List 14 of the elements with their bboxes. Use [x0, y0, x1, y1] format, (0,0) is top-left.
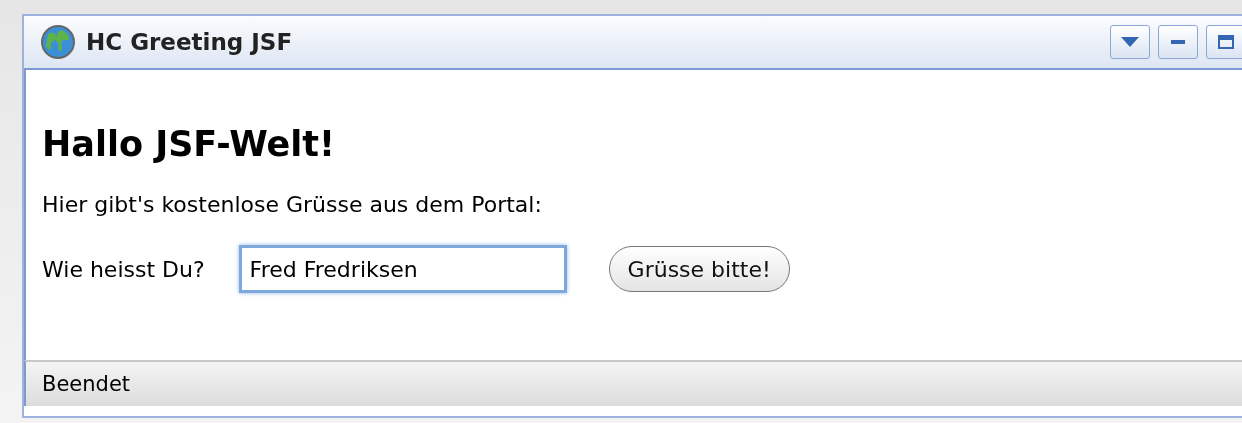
minimize-icon	[1171, 40, 1185, 44]
caret-icon	[1121, 37, 1139, 47]
status-bar: Beendet	[24, 360, 1242, 406]
maximize-icon	[1218, 35, 1234, 49]
name-label: Wie heisst Du?	[42, 256, 205, 282]
greet-button[interactable]: Grüsse bitte!	[608, 246, 790, 292]
minimize-button[interactable]	[1158, 25, 1198, 59]
page-heading: Hallo JSF-Welt!	[42, 123, 336, 164]
intro-text: Hier gibt's kostenlose Grüsse aus dem Portal:	[42, 192, 543, 217]
name-field[interactable]: Fred Fredriksen	[238, 245, 567, 293]
window-title: HC Greeting JSF	[86, 29, 294, 55]
dropdown-button[interactable]	[1110, 25, 1150, 59]
globe-icon	[40, 24, 76, 60]
maximize-button[interactable]	[1206, 25, 1242, 59]
